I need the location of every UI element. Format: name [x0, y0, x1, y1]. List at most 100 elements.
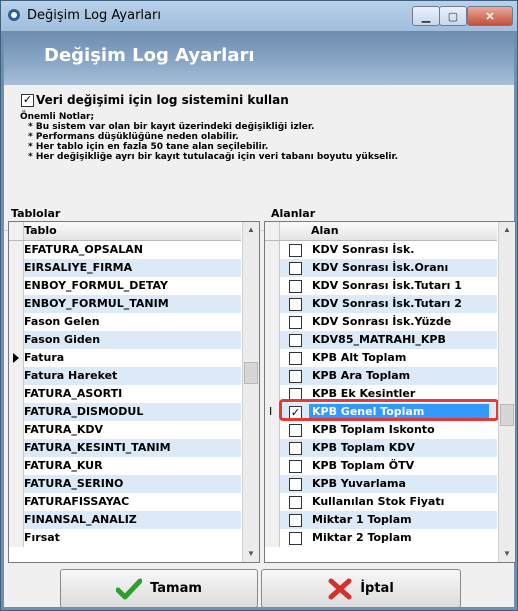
row-indicator — [9, 529, 24, 547]
field-checkbox[interactable] — [289, 496, 302, 509]
table-row[interactable]: FATURA_KESINTI_TANIM — [9, 439, 241, 457]
table-row[interactable]: ENBOY_FORMUL_DETAY — [9, 277, 241, 295]
table-row[interactable]: FATURA_KDV — [9, 421, 241, 439]
field-checkbox[interactable] — [289, 298, 302, 311]
field-checkbox[interactable] — [289, 532, 302, 545]
table-row[interactable]: Fason Giden — [9, 331, 241, 349]
field-name-cell[interactable]: KPB Toplam Iskonto — [309, 422, 489, 438]
field-name-cell[interactable]: KPB Ara Toplam — [309, 368, 489, 384]
field-checkbox[interactable] — [289, 370, 302, 383]
field-name-cell[interactable]: KPB Toplam KDV — [309, 440, 489, 456]
field-name-cell[interactable]: KPB Alt Toplam — [309, 350, 489, 366]
field-name-cell[interactable]: KPB Toplam ÖTV — [309, 458, 489, 474]
row-indicator — [265, 277, 280, 295]
row-indicator — [9, 349, 24, 367]
row-indicator: I — [265, 403, 280, 421]
field-row[interactable]: KPB Toplam ÖTV — [265, 457, 497, 475]
field-name-cell[interactable]: Miktar 1 Toplam — [309, 512, 489, 528]
scroll-thumb[interactable] — [244, 362, 258, 384]
field-row[interactable]: KPB Ek Kesintler — [265, 385, 497, 403]
field-row[interactable]: KPB Yuvarlama — [265, 475, 497, 493]
scroll-up-icon[interactable]: ▲ — [499, 222, 515, 238]
table-row[interactable]: FATURA_KUR — [9, 457, 241, 475]
table-row[interactable]: ENBOY_FORMUL_TANIM — [9, 295, 241, 313]
field-name-cell[interactable]: Miktar 2 Toplam — [309, 530, 489, 546]
field-checkbox[interactable] — [289, 442, 302, 455]
row-indicator — [9, 313, 24, 331]
field-checkbox[interactable] — [289, 514, 302, 527]
field-row[interactable]: I ✓ KPB Genel Toplam — [265, 403, 497, 421]
table-row[interactable]: Fırsat — [9, 529, 241, 547]
tables-grid[interactable]: Tablo EFATURA_OPSALAN EIRSALIYE_FIRMA ENBO… — [8, 221, 260, 563]
scroll-thumb[interactable] — [500, 404, 514, 426]
minimize-button[interactable]: ▁ — [412, 6, 440, 26]
field-row[interactable]: Miktar 1 Toplam — [265, 511, 497, 529]
field-row[interactable]: KDV Sonrası İsk. — [265, 241, 497, 259]
scroll-down-icon[interactable]: ▼ — [243, 546, 259, 562]
table-row[interactable]: FATURA_ASORTI — [9, 385, 241, 403]
field-name-cell[interactable]: KPB Genel Toplam — [309, 404, 489, 420]
field-checkbox[interactable] — [289, 460, 302, 473]
field-name-cell[interactable]: KDV85_MATRAHI_KPB — [309, 332, 489, 348]
field-checkbox[interactable] — [289, 478, 302, 491]
tables-scrollbar[interactable]: ▲ ▼ — [242, 222, 259, 562]
field-checkbox[interactable] — [289, 388, 302, 401]
table-row[interactable]: EIRSALIYE_FIRMA — [9, 259, 241, 277]
table-name: FATURA_DISMODUL — [24, 405, 144, 418]
field-checkbox[interactable]: ✓ — [289, 406, 302, 419]
field-name-cell[interactable]: KDV Sonrası İsk.Yüzde — [309, 314, 489, 330]
field-row[interactable]: KPB Ara Toplam — [265, 367, 497, 385]
scroll-down-icon[interactable]: ▼ — [499, 546, 515, 562]
tables-grid-header: Tablo — [9, 222, 241, 241]
table-row[interactable]: FATURA_DISMODUL — [9, 403, 241, 421]
field-name-cell[interactable]: Kullanılan Stok Fiyatı — [309, 494, 489, 510]
table-row[interactable]: Fatura — [9, 349, 241, 367]
field-name-cell[interactable]: KPB Ek Kesintler — [309, 386, 489, 402]
field-name: KPB Toplam KDV — [312, 441, 415, 454]
field-checkbox[interactable] — [289, 334, 302, 347]
field-checkbox[interactable] — [289, 244, 302, 257]
field-name-cell[interactable]: KDV Sonrası İsk.Oranı — [309, 260, 489, 276]
cancel-x-icon — [328, 578, 352, 599]
title-bar[interactable]: Değişim Log Ayarları ▁ ▢ ✕ — [1, 1, 517, 31]
fields-grid[interactable]: Alan KDV Sonrası İsk. KDV Sonrası İsk.Ora… — [264, 221, 516, 563]
table-row[interactable]: FINANSAL_ANALIZ — [9, 511, 241, 529]
field-name-cell[interactable]: KPB Yuvarlama — [309, 476, 489, 492]
field-row[interactable]: KDV Sonrası İsk.Tutarı 1 — [265, 277, 497, 295]
ok-button[interactable]: Tamam — [60, 569, 258, 608]
field-checkbox[interactable] — [289, 280, 302, 293]
field-checkbox[interactable] — [289, 424, 302, 437]
table-row[interactable]: FATURAFISSAYAC — [9, 493, 241, 511]
field-row[interactable]: Miktar 2 Toplam — [265, 529, 497, 547]
table-row[interactable]: FATURA_SERINO — [9, 475, 241, 493]
field-row[interactable]: KDV Sonrası İsk.Yüzde — [265, 313, 497, 331]
tables-column-header[interactable]: Tablo — [24, 224, 57, 237]
log-enabled-checkbox[interactable]: ✓ — [21, 94, 34, 107]
table-name: Fatura — [24, 351, 65, 364]
table-row[interactable]: EFATURA_OPSALAN — [9, 241, 241, 259]
field-row[interactable]: Kullanılan Stok Fiyatı — [265, 493, 497, 511]
field-row[interactable]: KPB Toplam KDV — [265, 439, 497, 457]
cancel-button[interactable]: İptal — [261, 569, 461, 608]
scroll-up-icon[interactable]: ▲ — [243, 222, 259, 238]
field-row[interactable]: KDV85_MATRAHI_KPB — [265, 331, 497, 349]
table-row[interactable]: Fatura Hareket — [9, 367, 241, 385]
field-checkbox[interactable] — [289, 352, 302, 365]
field-checkbox[interactable] — [289, 316, 302, 329]
field-row[interactable]: KPB Toplam Iskonto — [265, 421, 497, 439]
maximize-button[interactable]: ▢ — [439, 6, 467, 26]
dialog-window: Değişim Log Ayarları ▁ ▢ ✕ Değişim Log A… — [0, 0, 518, 611]
field-name-cell[interactable]: KDV Sonrası İsk. — [309, 242, 489, 258]
field-row[interactable]: KDV Sonrası İsk.Oranı — [265, 259, 497, 277]
field-name: KPB Alt Toplam — [312, 351, 407, 364]
field-name-cell[interactable]: KDV Sonrası İsk.Tutarı 2 — [309, 296, 489, 312]
table-row[interactable]: Fason Gelen — [9, 313, 241, 331]
field-row[interactable]: KPB Alt Toplam — [265, 349, 497, 367]
fields-column-header[interactable]: Alan — [311, 224, 339, 237]
close-button[interactable]: ✕ — [467, 6, 513, 26]
field-checkbox[interactable] — [289, 262, 302, 275]
field-name-cell[interactable]: KDV Sonrası İsk.Tutarı 1 — [309, 278, 489, 294]
field-name: KPB Toplam ÖTV — [312, 459, 415, 472]
fields-scrollbar[interactable]: ▲ ▼ — [498, 222, 515, 562]
field-row[interactable]: KDV Sonrası İsk.Tutarı 2 — [265, 295, 497, 313]
